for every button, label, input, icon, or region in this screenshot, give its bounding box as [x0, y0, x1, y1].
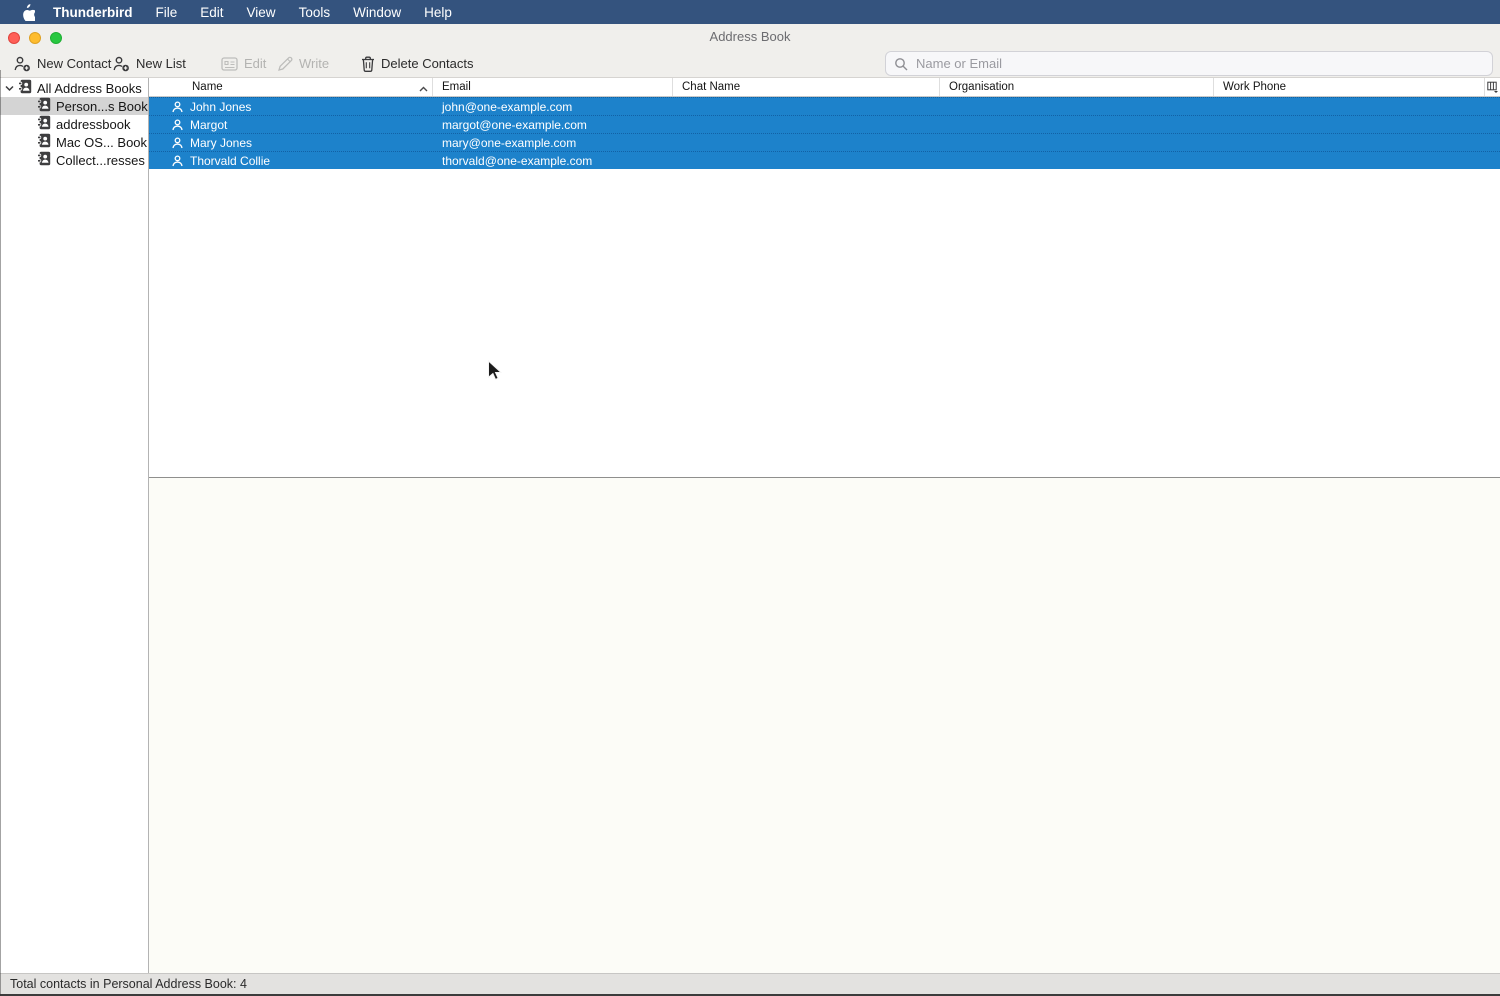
status-bar: Total contacts in Personal Address Book:…	[0, 973, 1500, 994]
sidebar-item-personal-address-book[interactable]: Person...s Book	[0, 97, 148, 115]
contact-name: Margot	[190, 117, 228, 132]
menu-item-tools[interactable]: Tools	[299, 5, 331, 20]
contact-card-icon	[221, 56, 238, 71]
column-header-email[interactable]: Email	[433, 78, 673, 96]
write-label: Write	[299, 56, 330, 71]
new-list-label: New List	[136, 56, 186, 71]
menu-item-thunderbird[interactable]: Thunderbird	[53, 5, 133, 20]
contact-work-phone	[1214, 134, 1485, 151]
contact-email: john@one-example.com	[442, 99, 573, 114]
contact-organisation	[940, 152, 1214, 169]
main-area: All Address Books Person...s Book addres…	[0, 78, 1500, 973]
contact-email: thorvald@one-example.com	[442, 153, 593, 168]
edit-label: Edit	[244, 56, 267, 71]
table-header: Name Email Chat Name Organisation Work P…	[149, 78, 1500, 97]
person-icon	[172, 100, 183, 113]
sidebar-item-addressbook[interactable]: addressbook	[0, 115, 148, 133]
column-header-name[interactable]: Name	[149, 78, 433, 96]
contact-row[interactable]: Thorvald Collie thorvald@one-example.com	[149, 151, 1500, 169]
sidebar-item-label: Collect...resses	[56, 152, 145, 168]
address-book-window: Address Book New Contact New List Edit W…	[0, 24, 1500, 996]
menu-bar: Thunderbird File Edit View Tools Window …	[0, 0, 1500, 24]
person-icon	[172, 154, 183, 167]
sidebar-item-label: Person...s Book	[56, 98, 148, 114]
address-book-icon	[18, 79, 32, 97]
menu-item-view[interactable]: View	[247, 5, 276, 20]
status-text: Total contacts in Personal Address Book:…	[10, 977, 247, 991]
chevron-down-icon[interactable]	[5, 85, 16, 92]
menu-item-help[interactable]: Help	[424, 5, 452, 20]
contact-chat-name	[673, 116, 940, 133]
contact-row[interactable]: Margot margot@one-example.com	[149, 115, 1500, 133]
column-header-work-phone[interactable]: Work Phone	[1214, 78, 1485, 96]
person-icon	[172, 136, 183, 149]
search-input[interactable]	[914, 55, 1492, 72]
column-header-chat-name[interactable]: Chat Name	[673, 78, 940, 96]
address-books-sidebar: All Address Books Person...s Book addres…	[0, 78, 149, 973]
column-header-organisation[interactable]: Organisation	[940, 78, 1214, 96]
sidebar-item-collected-addresses[interactable]: Collect...resses	[0, 151, 148, 169]
menu-item-file[interactable]: File	[156, 5, 178, 20]
contact-name: John Jones	[190, 99, 252, 114]
contact-organisation	[940, 116, 1214, 133]
contact-detail-pane	[149, 478, 1500, 973]
contact-name: Mary Jones	[190, 135, 253, 150]
new-contact-button[interactable]: New Contact	[14, 50, 111, 77]
person-icon	[172, 118, 183, 131]
toolbar: New Contact New List Edit Write Delete C…	[0, 50, 1500, 78]
contact-chat-name	[673, 152, 940, 169]
delete-contacts-label: Delete Contacts	[381, 56, 474, 71]
contact-work-phone	[1214, 116, 1485, 133]
contact-email: margot@one-example.com	[442, 117, 587, 132]
contact-row[interactable]: Mary Jones mary@one-example.com	[149, 133, 1500, 151]
apple-menu-icon[interactable]	[20, 3, 35, 21]
search-box[interactable]	[885, 51, 1493, 76]
contact-chat-name	[673, 134, 940, 151]
edit-button[interactable]: Edit	[221, 50, 266, 77]
contact-work-phone	[1214, 98, 1485, 115]
menu-item-edit[interactable]: Edit	[200, 5, 223, 20]
sidebar-item-all-address-books[interactable]: All Address Books	[0, 79, 148, 97]
address-book-icon	[37, 115, 51, 133]
sidebar-item-label: addressbook	[56, 116, 131, 132]
person-add-icon	[14, 56, 31, 72]
delete-contacts-button[interactable]: Delete Contacts	[361, 50, 474, 77]
contact-chat-name	[673, 98, 940, 115]
address-book-icon	[37, 97, 51, 115]
address-book-icon	[37, 151, 51, 169]
title-bar: Address Book	[0, 24, 1500, 50]
sidebar-item-mac-os-book[interactable]: Mac OS... Book	[0, 133, 148, 151]
contact-name: Thorvald Collie	[190, 153, 271, 168]
contact-organisation	[940, 134, 1214, 151]
sidebar-item-label: Mac OS... Book	[56, 134, 148, 150]
contact-rows: John Jones john@one-example.com Margot m…	[149, 97, 1500, 169]
pencil-icon	[277, 56, 293, 72]
column-picker-icon	[1486, 81, 1498, 93]
write-button[interactable]: Write	[277, 50, 329, 77]
contact-row[interactable]: John Jones john@one-example.com	[149, 97, 1500, 115]
new-list-button[interactable]: New List	[113, 50, 186, 77]
search-icon	[895, 57, 908, 70]
trash-icon	[361, 56, 375, 72]
contact-organisation	[940, 98, 1214, 115]
contact-work-phone	[1214, 152, 1485, 169]
contact-list-pane: Name Email Chat Name Organisation Work P…	[149, 78, 1500, 973]
window-left-edge	[0, 70, 1, 996]
sidebar-item-label: All Address Books	[37, 80, 142, 96]
address-book-icon	[37, 133, 51, 151]
column-picker-button[interactable]	[1485, 78, 1500, 96]
sort-ascending-icon	[419, 83, 428, 95]
menu-item-window[interactable]: Window	[353, 5, 401, 20]
new-contact-label: New Contact	[37, 56, 112, 71]
person-add-icon	[113, 56, 130, 72]
contact-email: mary@one-example.com	[442, 135, 577, 150]
window-title: Address Book	[709, 29, 791, 44]
